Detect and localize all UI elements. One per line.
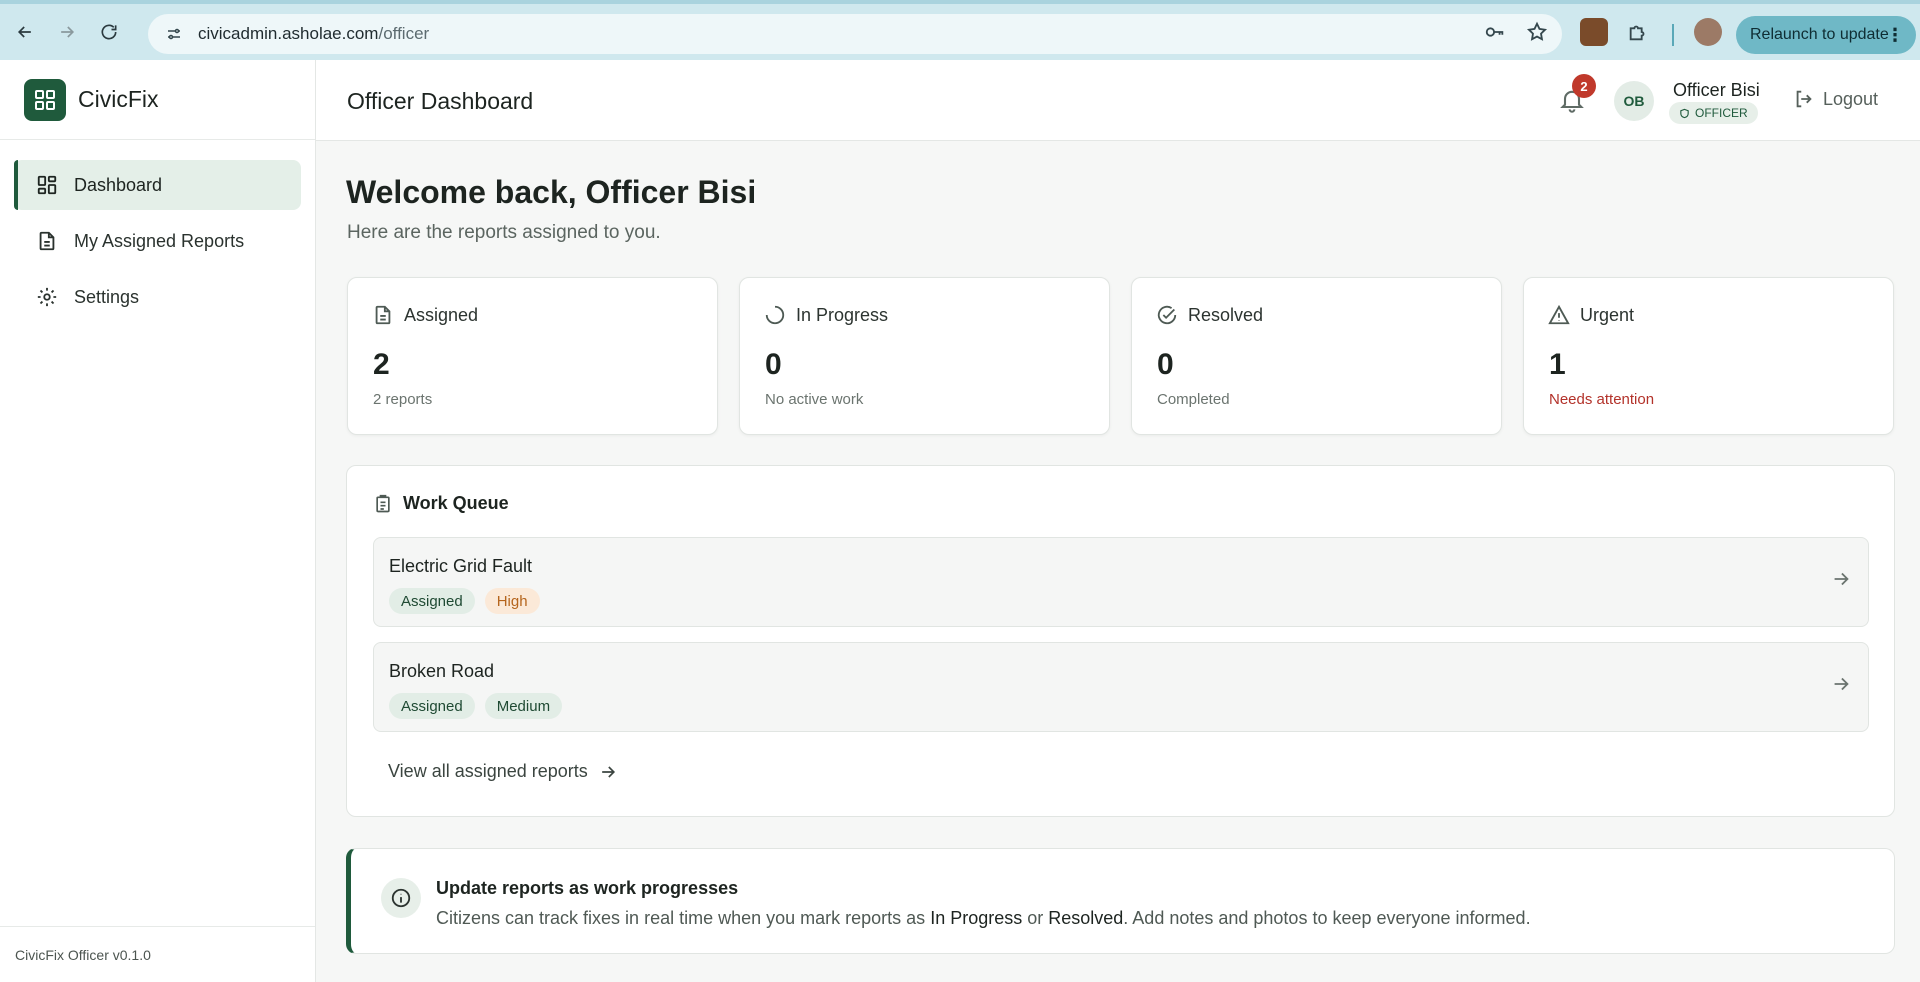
stat-value: 2 <box>373 348 390 381</box>
dashboard-icon <box>37 175 57 195</box>
password-key-icon[interactable] <box>1484 21 1506 48</box>
profile-avatar[interactable] <box>1694 18 1722 46</box>
document-icon <box>375 305 391 325</box>
info-icon <box>381 878 421 918</box>
site-info-icon[interactable] <box>160 20 188 48</box>
check-circle-icon <box>1157 305 1177 325</box>
welcome-heading: Welcome back, Officer Bisi <box>346 174 757 210</box>
browser-toolbar: civicadmin.asholae.com/officer Relaunch … <box>0 0 1920 60</box>
brand-name: CivicFix <box>78 86 159 112</box>
page-title: Officer Dashboard <box>347 88 534 114</box>
stat-note: Completed <box>1157 391 1230 408</box>
stat-label: Assigned <box>404 304 479 325</box>
app-version: CivicFix Officer v0.1.0 <box>0 926 315 982</box>
info-text: Citizens can track fixes in real time wh… <box>436 908 1531 928</box>
address-bar[interactable]: civicadmin.asholae.com/officer <box>148 14 1562 54</box>
clipboard-icon <box>376 494 390 512</box>
stat-note: Needs attention <box>1549 391 1655 408</box>
shield-icon <box>1680 108 1689 118</box>
url-text[interactable]: civicadmin.asholae.com/officer <box>198 24 429 44</box>
notification-count-badge: 2 <box>1572 74 1596 98</box>
info-title: Update reports as work progresses <box>436 878 739 898</box>
sidebar-item-label: Settings <box>74 286 140 307</box>
info-banner: Update reports as work progresses Citize… <box>346 848 1895 954</box>
view-all-label: View all assigned reports <box>388 761 588 781</box>
role-badge: OFFICER <box>1669 102 1758 124</box>
stat-card-in-progress: In Progress 0 No active work <box>739 277 1110 435</box>
brand-logo-icon <box>24 78 66 121</box>
queue-item[interactable]: Broken Road Assigned Medium <box>373 642 1869 732</box>
arrow-right-icon <box>1834 677 1849 691</box>
forward-icon[interactable] <box>50 15 84 49</box>
warning-icon <box>1548 304 1570 325</box>
stat-card-assigned: Assigned 2 2 reports <box>347 277 718 435</box>
top-bar: Officer Dashboard 2 OB Officer Bisi OFFI… <box>316 60 1920 141</box>
stat-label: Resolved <box>1188 304 1264 325</box>
term-resolved: Resolved <box>1048 908 1124 928</box>
gear-icon <box>37 287 57 307</box>
welcome-subtitle: Here are the reports assigned to you. <box>347 222 661 243</box>
queue-item-title: Broken Road <box>389 661 495 681</box>
stat-note: No active work <box>765 391 864 408</box>
work-queue-card: Work Queue Electric Grid Fault Assigned … <box>346 465 1895 817</box>
relaunch-button[interactable]: Relaunch to update ⋮ <box>1736 16 1916 54</box>
reload-icon[interactable] <box>92 15 126 49</box>
sidebar-item-label: My Assigned Reports <box>74 230 245 251</box>
view-all-reports-link[interactable]: View all assigned reports <box>388 761 618 782</box>
stat-card-resolved: Resolved 0 Completed <box>1131 277 1502 435</box>
role-label: OFFICER <box>1695 106 1748 120</box>
sidebar-item-dashboard[interactable]: Dashboard <box>14 160 301 210</box>
sidebar: CivicFix Dashboard My Assigned Reports S… <box>0 60 316 982</box>
priority-badge: Medium <box>484 693 563 719</box>
toolbar-divider <box>1672 24 1674 46</box>
brand[interactable]: CivicFix <box>0 60 315 140</box>
sidebar-item-my-assigned-reports[interactable]: My Assigned Reports <box>14 216 301 266</box>
work-queue-title: Work Queue <box>403 493 509 513</box>
status-badge: Assigned <box>389 588 475 614</box>
term-in-progress: In Progress <box>930 908 1023 928</box>
stat-note: 2 reports <box>373 391 433 408</box>
document-icon <box>39 231 55 251</box>
arrow-right-icon <box>1834 572 1849 586</box>
logout-label: Logout <box>1823 88 1879 109</box>
queue-item-title: Electric Grid Fault <box>389 556 533 576</box>
extensions-puzzle-icon[interactable] <box>1624 18 1652 46</box>
status-badge: Assigned <box>389 693 475 719</box>
back-icon[interactable] <box>8 15 42 49</box>
sidebar-item-label: Dashboard <box>74 174 163 195</box>
sidebar-item-settings[interactable]: Settings <box>14 272 301 322</box>
stat-label: Urgent <box>1580 304 1635 325</box>
logout-icon <box>1796 90 1812 108</box>
sidebar-nav: Dashboard My Assigned Reports Settings <box>0 140 315 322</box>
logout-button[interactable]: Logout <box>1793 88 1878 110</box>
menu-dots-icon[interactable]: ⋮ <box>1886 25 1904 46</box>
stat-value: 0 <box>1157 348 1174 381</box>
extension-icon[interactable] <box>1580 18 1608 46</box>
stat-card-urgent: Urgent 1 Needs attention <box>1523 277 1894 435</box>
avatar[interactable]: OB <box>1614 81 1654 121</box>
bookmark-star-icon[interactable] <box>1526 21 1548 48</box>
relaunch-label: Relaunch to update <box>1750 26 1889 43</box>
user-name: Officer Bisi <box>1673 80 1760 100</box>
queue-item[interactable]: Electric Grid Fault Assigned High <box>373 537 1869 627</box>
priority-badge: High <box>484 588 540 614</box>
stat-label: In Progress <box>796 304 889 325</box>
stat-value: 1 <box>1549 348 1566 381</box>
stat-value: 0 <box>765 348 782 381</box>
arrow-right-icon <box>601 765 615 778</box>
spinner-icon <box>765 305 785 325</box>
